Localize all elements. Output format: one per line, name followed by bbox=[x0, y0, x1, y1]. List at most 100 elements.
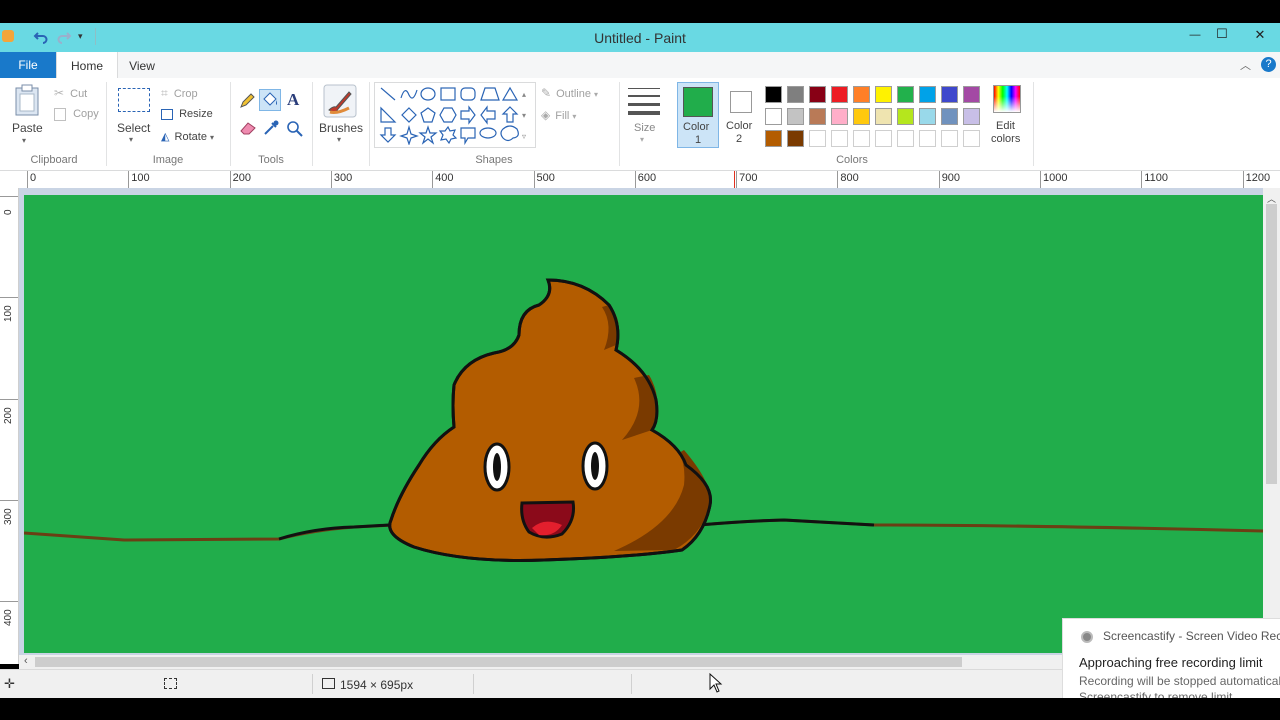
eraser-icon[interactable] bbox=[239, 120, 257, 136]
select-rectangle-icon bbox=[118, 88, 150, 112]
palette-swatch[interactable] bbox=[875, 130, 892, 147]
vertical-scroll-thumb[interactable] bbox=[1266, 204, 1277, 484]
palette-swatch[interactable] bbox=[853, 86, 870, 103]
palette-swatch[interactable] bbox=[809, 130, 826, 147]
ruler-tick-mark bbox=[128, 171, 130, 188]
palette-swatch[interactable] bbox=[919, 108, 936, 125]
ruler-tick-mark bbox=[1242, 171, 1244, 188]
fill-tool-button[interactable] bbox=[259, 89, 281, 111]
palette-swatch[interactable] bbox=[831, 130, 848, 147]
minimize-button[interactable]: — bbox=[1180, 24, 1210, 46]
ruler-tick-label: 300 bbox=[333, 172, 353, 184]
group-separator bbox=[106, 82, 107, 166]
color1-button[interactable]: Color 1 bbox=[677, 82, 719, 148]
palette-swatch[interactable] bbox=[853, 130, 870, 147]
fill-bucket-icon bbox=[263, 92, 277, 106]
rotate-button[interactable]: ◭ Rotate ▾ bbox=[161, 130, 214, 143]
minimize-ribbon-icon[interactable]: ︿ bbox=[1240, 57, 1251, 73]
cut-button[interactable]: ✂ Cut bbox=[54, 86, 87, 100]
brushes-dropdown-icon: ▾ bbox=[337, 135, 342, 144]
palette-swatch[interactable] bbox=[809, 108, 826, 125]
color2-label: Color bbox=[726, 120, 753, 132]
palette-swatch[interactable] bbox=[897, 86, 914, 103]
close-button[interactable]: ✕ bbox=[1240, 24, 1280, 46]
rotate-dropdown-icon: ▾ bbox=[210, 133, 215, 142]
tab-home[interactable]: Home bbox=[56, 52, 118, 79]
screencastify-notification[interactable]: Screencastify - Screen Video Rec... Appr… bbox=[1062, 618, 1280, 698]
size-button[interactable]: Size ▾ bbox=[624, 84, 664, 148]
select-button[interactable]: Select ▾ bbox=[114, 86, 154, 146]
help-icon[interactable]: ? bbox=[1261, 57, 1276, 72]
edit-colors-button[interactable]: Edit colors bbox=[987, 84, 1027, 150]
colors-group-label: Colors bbox=[836, 154, 868, 166]
scroll-left-icon[interactable]: ‹ bbox=[24, 655, 28, 667]
rotate-label: Rotate bbox=[174, 131, 207, 143]
palette-swatch[interactable] bbox=[809, 86, 826, 103]
ruler-tick-label: 800 bbox=[840, 172, 859, 184]
shapes-scroll[interactable]: ▴ ▾ ▿ bbox=[522, 84, 526, 147]
title-bar: ▾ Untitled - Paint — ☐ ✕ bbox=[0, 23, 1280, 52]
size-line-thick bbox=[628, 103, 660, 106]
palette-swatch[interactable] bbox=[787, 108, 804, 125]
palette-swatch[interactable] bbox=[963, 108, 980, 125]
palette-swatch[interactable] bbox=[897, 108, 914, 125]
palette-swatch[interactable] bbox=[941, 86, 958, 103]
palette-swatch[interactable] bbox=[765, 86, 782, 103]
image-size-icon bbox=[322, 678, 335, 689]
select-label: Select bbox=[117, 121, 151, 135]
paste-button[interactable]: Paste ▾ bbox=[8, 84, 46, 148]
palette-swatch[interactable] bbox=[941, 108, 958, 125]
group-separator bbox=[369, 82, 370, 166]
palette-swatch[interactable] bbox=[919, 130, 936, 147]
outline-button[interactable]: ✎ Outline ▾ bbox=[541, 86, 598, 100]
palette-swatch[interactable] bbox=[765, 130, 782, 147]
palette-swatch[interactable] bbox=[853, 108, 870, 125]
shapes-gallery[interactable] bbox=[374, 82, 536, 148]
palette-swatch[interactable] bbox=[831, 108, 848, 125]
copy-label: Copy bbox=[73, 108, 99, 121]
palette-swatch[interactable] bbox=[765, 108, 782, 125]
selection-size-icon bbox=[164, 678, 177, 689]
status-separator bbox=[473, 674, 474, 694]
ruler-tick-label: 100 bbox=[131, 172, 150, 184]
palette-swatch[interactable] bbox=[787, 130, 804, 147]
ruler-tick-label: 1100 bbox=[1144, 172, 1168, 184]
resize-icon bbox=[161, 108, 173, 120]
magnifier-icon[interactable] bbox=[286, 120, 304, 138]
tab-view[interactable]: View bbox=[120, 52, 164, 78]
palette-swatch[interactable] bbox=[963, 130, 980, 147]
ruler-tick-label: 200 bbox=[232, 172, 251, 184]
copy-button[interactable]: Copy bbox=[54, 108, 99, 121]
tab-file[interactable]: File bbox=[0, 52, 56, 78]
crop-button[interactable]: ⌗ Crop bbox=[161, 86, 198, 101]
size-label: Size bbox=[634, 122, 656, 134]
color2-button[interactable]: Color 2 bbox=[721, 82, 761, 148]
cursor-position-icon: ✛ bbox=[4, 676, 15, 691]
text-tool-icon[interactable]: A bbox=[287, 90, 299, 110]
palette-swatch[interactable] bbox=[941, 130, 958, 147]
palette-swatch[interactable] bbox=[831, 86, 848, 103]
pencil-icon[interactable] bbox=[238, 92, 256, 110]
palette-swatch[interactable] bbox=[919, 86, 936, 103]
rotate-icon: ◭ bbox=[161, 131, 170, 143]
horizontal-scroll-thumb[interactable] bbox=[35, 657, 962, 667]
vertical-ruler: 0 100 200 300 400 bbox=[0, 188, 19, 664]
palette-swatch[interactable] bbox=[875, 86, 892, 103]
maximize-button[interactable]: ☐ bbox=[1207, 23, 1237, 45]
shapes-group-label: Shapes bbox=[475, 154, 513, 166]
brushes-label: Brushes bbox=[319, 121, 364, 135]
palette-swatch[interactable] bbox=[875, 108, 892, 125]
drawing-canvas[interactable] bbox=[24, 195, 1263, 653]
palette-swatch[interactable] bbox=[963, 86, 980, 103]
palette-swatch[interactable] bbox=[897, 130, 914, 147]
ruler-tick-mark bbox=[938, 171, 940, 188]
fill-icon: ◈ bbox=[541, 108, 551, 122]
fill-button[interactable]: ◈ Fill ▾ bbox=[541, 108, 576, 122]
color-picker-icon[interactable] bbox=[262, 119, 280, 137]
color-palette bbox=[763, 84, 987, 148]
brushes-button[interactable]: Brushes ▾ bbox=[317, 84, 363, 150]
palette-swatch[interactable] bbox=[787, 86, 804, 103]
resize-button[interactable]: Resize bbox=[161, 108, 213, 120]
vertical-scrollbar[interactable]: ︿ bbox=[1263, 188, 1280, 656]
clipboard-group-label: Clipboard bbox=[30, 154, 78, 166]
